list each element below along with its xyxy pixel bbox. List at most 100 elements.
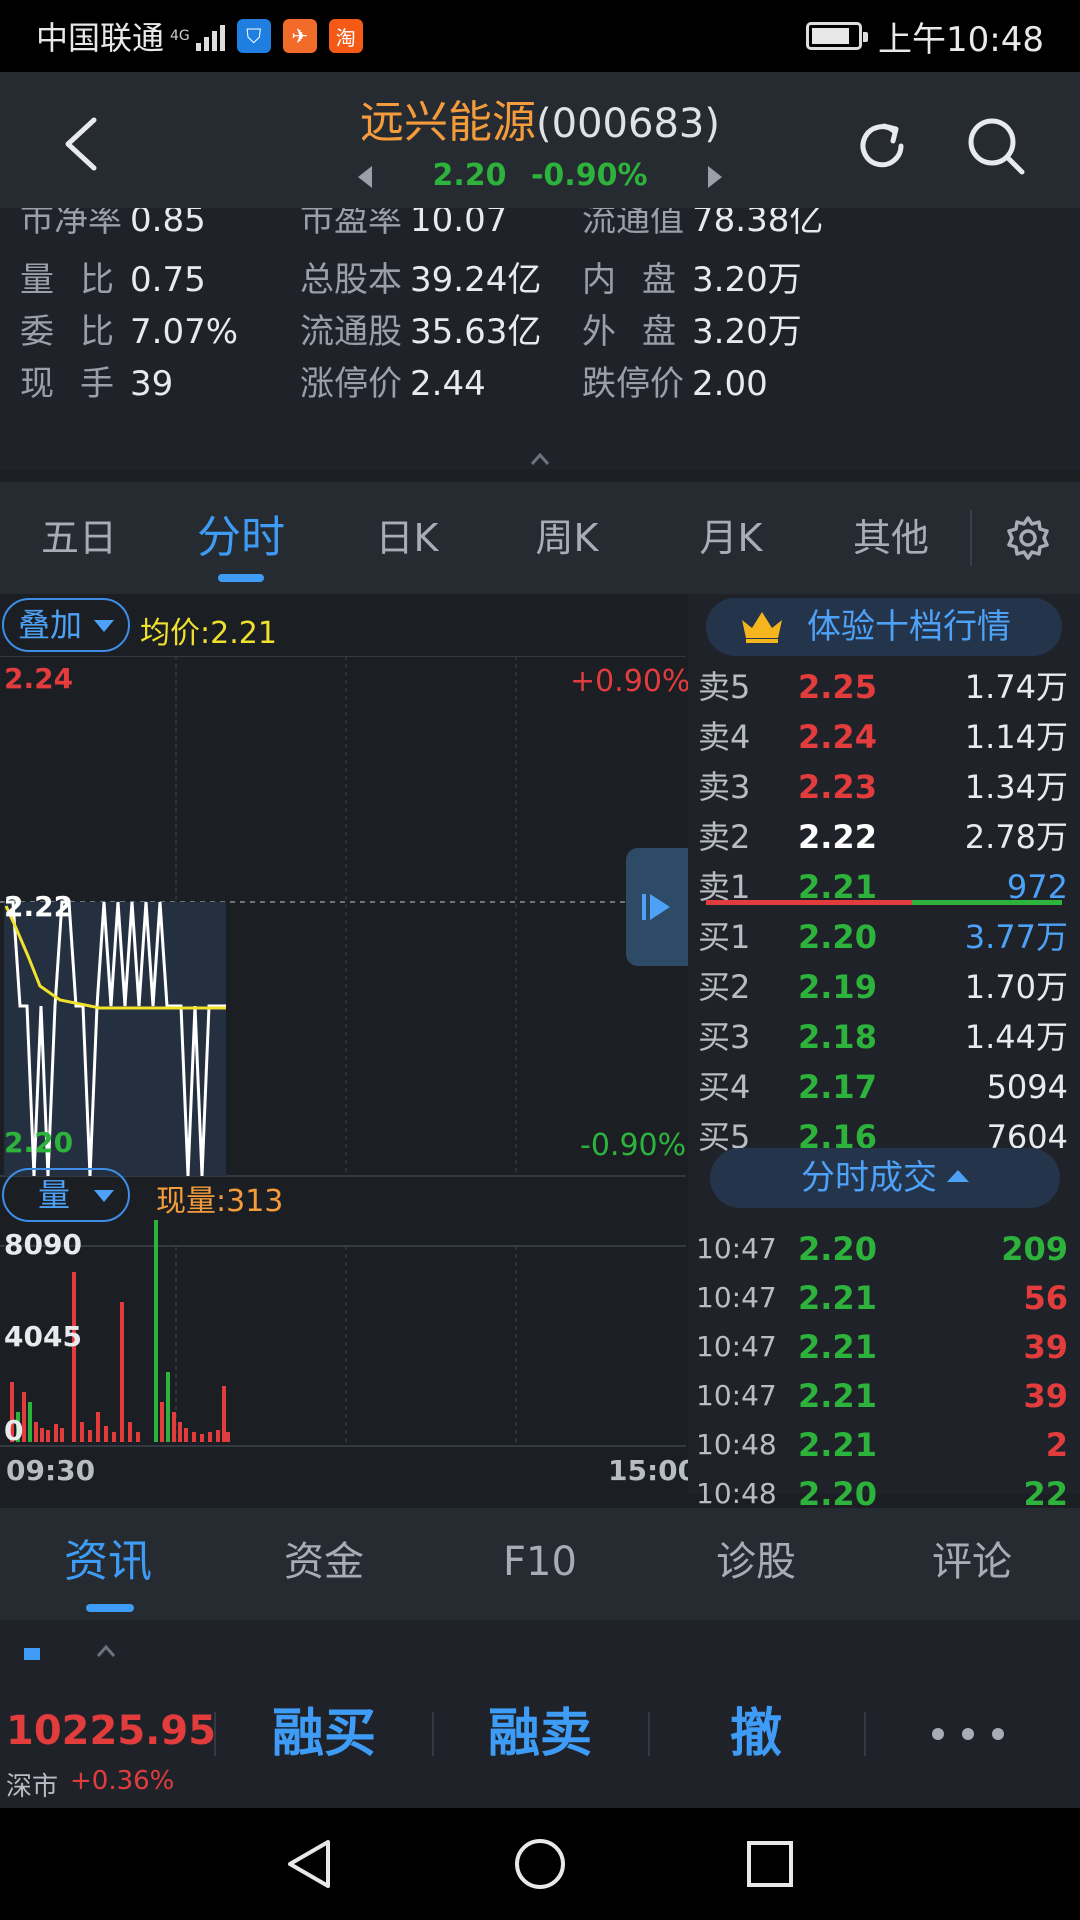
order-book-panel: 体验十档行情 卖5 2.25 1.74万 卖4 2.24 1.14万 卖3 2.23 1.34万…: [688, 594, 1080, 1513]
ask-row[interactable]: 卖4 2.24 1.14万: [688, 712, 1080, 762]
volume-bar: [60, 1428, 64, 1442]
intraday-chart[interactable]: 叠加 均价:2.21 2.24 2.22 2.20 +0.90% -0.90% …: [0, 594, 697, 1494]
info-tab-1[interactable]: 资金: [216, 1508, 432, 1620]
nav-back-icon[interactable]: [282, 1836, 338, 1892]
network-type: 4G: [170, 28, 190, 44]
bid-row[interactable]: 买4 2.17 5094: [688, 1062, 1080, 1112]
collapse-icon[interactable]: [96, 1644, 116, 1658]
battery-icon: [806, 22, 869, 50]
volume-bar: [128, 1422, 132, 1442]
stock-header: 远兴能源(000683) 2.20 -0.90%: [0, 72, 1080, 208]
info-tab-2[interactable]: F10: [432, 1508, 648, 1620]
ask-price: 2.25: [798, 668, 877, 706]
gear-icon[interactable]: [1004, 514, 1052, 562]
bird-app-icon: ✈: [282, 19, 317, 53]
tick-row: 10:47 2.21 39: [688, 1371, 1080, 1421]
volume-bar: [80, 1422, 84, 1442]
tab-4[interactable]: 月K: [656, 482, 806, 594]
tab-3[interactable]: 周K: [492, 482, 642, 594]
volume-bar: [208, 1432, 212, 1442]
refresh-icon[interactable]: [852, 116, 912, 176]
collapse-icon[interactable]: [530, 452, 550, 466]
tick-trades-button[interactable]: 分时成交: [710, 1148, 1060, 1208]
bid-row[interactable]: 买3 2.18 1.44万: [688, 1012, 1080, 1062]
tab-5[interactable]: 其他: [816, 482, 966, 594]
status-bar: 中国联通 4G ⛉ ✈ 淘 上午10:48: [0, 0, 1080, 72]
more-icon[interactable]: [932, 1728, 1004, 1740]
status-clock: 上午10:48: [878, 19, 1044, 60]
divider: [214, 1712, 216, 1756]
ask-level: 卖3: [698, 768, 751, 806]
divider: [648, 1712, 650, 1756]
volume-bar: [120, 1302, 124, 1442]
search-icon[interactable]: [964, 114, 1028, 178]
volume-bar: [226, 1432, 230, 1442]
volume-bar: [112, 1432, 116, 1442]
stat-label: 跌停价: [582, 364, 684, 404]
buy-strength-bar: [912, 900, 1062, 905]
chevron-down-icon: [94, 1190, 114, 1202]
market-index-name: 深市: [6, 1772, 59, 1802]
tick-time: 10:47: [696, 1379, 777, 1412]
margin-buy-button[interactable]: 融买: [224, 1660, 424, 1808]
stock-code: (000683): [536, 101, 720, 147]
cancel-order-button[interactable]: 撤: [656, 1660, 856, 1808]
bid-row[interactable]: 买2 2.19 1.70万: [688, 962, 1080, 1012]
tick-row: 10:47 2.21 39: [688, 1322, 1080, 1372]
info-tabs: 资讯 资金 F10 诊股 评论: [0, 1508, 1080, 1620]
volume-bar: [184, 1428, 188, 1442]
tick-price: 2.21: [798, 1279, 877, 1317]
volume-bar: [54, 1424, 58, 1442]
ask-row[interactable]: 卖2 2.22 2.78万: [688, 812, 1080, 862]
expand-orderbook-button[interactable]: [626, 848, 688, 966]
tick-row: 10:47 2.20 209: [688, 1224, 1080, 1274]
volume-bar: [222, 1386, 226, 1442]
ask-row[interactable]: 卖5 2.25 1.74万: [688, 662, 1080, 712]
volume-bar: [136, 1432, 140, 1442]
signal-icon: [195, 21, 225, 51]
stat-label: 涨停价: [300, 364, 402, 404]
margin-sell-button[interactable]: 融卖: [440, 1660, 640, 1808]
next-stock-icon[interactable]: [708, 166, 722, 188]
volume-bar: [160, 1402, 164, 1442]
tab-2[interactable]: 日K: [332, 482, 482, 594]
bid-volume: 1.44万: [964, 1018, 1068, 1056]
bid-volume: 3.77万: [964, 918, 1068, 956]
price-axis-mid: 2.22: [4, 890, 74, 923]
ask-level: 卖4: [698, 718, 751, 756]
ask-volume: 2.78万: [964, 818, 1068, 856]
volume-bar: [154, 1220, 158, 1442]
volume-axis-mid: 4045: [4, 1320, 82, 1353]
bid-row[interactable]: 买1 2.20 3.77万: [688, 912, 1080, 962]
stat-value: 78.38亿: [692, 208, 824, 240]
bid-level: 买2: [698, 968, 751, 1006]
stock-price: 2.20: [432, 158, 507, 193]
info-tab-4[interactable]: 评论: [864, 1508, 1080, 1620]
volume-bar: [88, 1430, 92, 1442]
bid-volume: 5094: [986, 1068, 1068, 1106]
volume-bar: [46, 1430, 50, 1442]
bid-volume: 1.70万: [964, 968, 1068, 1006]
nav-home-icon[interactable]: [512, 1836, 568, 1892]
chevron-down-icon: [94, 620, 114, 632]
stat-label: 市盈率: [300, 208, 402, 240]
ask-level: 卖2: [698, 818, 751, 856]
nav-recents-icon[interactable]: [742, 1836, 798, 1892]
level10-quote-button[interactable]: 体验十档行情: [706, 598, 1062, 656]
sell-strength-bar: [706, 900, 912, 905]
volume-bar: [34, 1422, 38, 1442]
stock-title: 远兴能源(000683): [0, 86, 1080, 150]
tick-volume: 2: [1045, 1426, 1068, 1464]
volume-bar: [72, 1272, 76, 1442]
tab-0[interactable]: 五日: [4, 482, 154, 594]
market-index-value[interactable]: 10225.95: [6, 1708, 216, 1754]
info-tab-3[interactable]: 诊股: [648, 1508, 864, 1620]
system-nav-bar: [0, 1808, 1080, 1920]
current-volume-label: 现量:313: [156, 1184, 284, 1219]
average-price-label: 均价:2.21: [140, 616, 277, 651]
volume-dropdown[interactable]: 量: [2, 1168, 130, 1222]
pct-axis-high: +0.90%: [570, 664, 691, 699]
price-axis-high: 2.24: [4, 662, 74, 695]
ask-row[interactable]: 卖3 2.23 1.34万: [688, 762, 1080, 812]
overlay-dropdown[interactable]: 叠加: [2, 598, 130, 652]
